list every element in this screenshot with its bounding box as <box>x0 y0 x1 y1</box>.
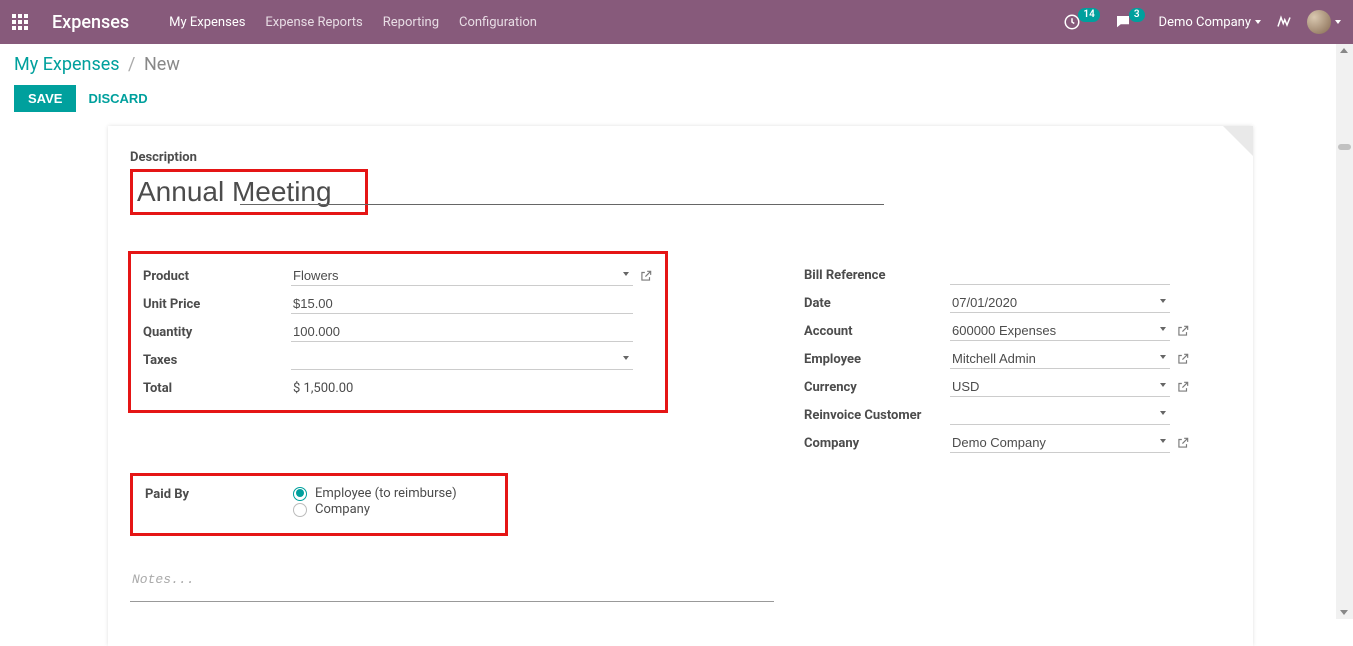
unit-price-label: Unit Price <box>143 297 291 312</box>
save-button[interactable]: SAVE <box>14 85 76 112</box>
nav-item-my-expenses[interactable]: My Expenses <box>169 15 245 30</box>
messages-badge: 3 <box>1129 8 1145 22</box>
nav-item-expense-reports[interactable]: Expense Reports <box>265 15 362 30</box>
description-underline <box>240 204 884 205</box>
nav-item-reporting[interactable]: Reporting <box>383 15 439 30</box>
quantity-input[interactable] <box>291 322 633 342</box>
nav-item-configuration[interactable]: Configuration <box>459 15 537 30</box>
corner-fold-icon <box>1223 126 1253 156</box>
messages-button[interactable]: 3 <box>1114 13 1145 31</box>
caret-down-icon <box>1255 20 1261 24</box>
scrollbar-thumb[interactable] <box>1338 144 1351 150</box>
paid-by-employee-label[interactable]: Employee (to reimburse) <box>315 486 457 501</box>
company-label: Company <box>804 436 950 451</box>
currency-label: Currency <box>804 380 950 395</box>
account-label: Account <box>804 324 950 339</box>
date-input[interactable] <box>950 293 1170 313</box>
reinvoice-customer-input[interactable] <box>950 405 1170 425</box>
currency-external-link[interactable] <box>1176 380 1190 394</box>
company-external-link[interactable] <box>1176 436 1190 450</box>
company-selector[interactable]: Demo Company <box>1159 15 1261 30</box>
employee-label: Employee <box>804 352 950 367</box>
description-label: Description <box>130 150 1190 165</box>
apps-icon[interactable] <box>12 14 32 30</box>
control-bar: My Expenses / New SAVE DISCARD <box>0 44 1353 118</box>
paid-by-highlight-box: Paid By Employee (to reimburse) Company <box>130 473 508 536</box>
vertical-scrollbar[interactable] <box>1336 44 1353 619</box>
paid-by-company-label[interactable]: Company <box>315 502 370 517</box>
top-navbar: Expenses My Expenses Expense Reports Rep… <box>0 0 1353 44</box>
bill-reference-input[interactable] <box>950 265 1170 285</box>
unit-price-input[interactable] <box>291 294 633 314</box>
taxes-label: Taxes <box>143 353 291 368</box>
employee-external-link[interactable] <box>1176 352 1190 366</box>
breadcrumb: My Expenses / New <box>14 54 1339 75</box>
product-label: Product <box>143 269 291 284</box>
reinvoice-customer-label: Reinvoice Customer <box>804 408 950 423</box>
scroll-down-icon <box>1340 610 1348 615</box>
breadcrumb-root[interactable]: My Expenses <box>14 54 120 75</box>
description-highlight-box <box>130 169 368 215</box>
notes-input[interactable] <box>130 568 774 602</box>
paid-by-company-radio[interactable] <box>293 503 307 517</box>
company-input[interactable] <box>950 433 1170 453</box>
total-label: Total <box>143 381 291 396</box>
avatar <box>1307 10 1331 34</box>
app-brand: Expenses <box>52 12 129 33</box>
company-name: Demo Company <box>1159 15 1251 30</box>
account-external-link[interactable] <box>1176 324 1190 338</box>
user-menu[interactable] <box>1307 10 1341 34</box>
date-label: Date <box>804 296 950 311</box>
debug-icon[interactable] <box>1275 13 1293 31</box>
taxes-input[interactable] <box>291 350 633 370</box>
product-fields-highlight-box: Product Unit Price <box>128 251 668 413</box>
bill-reference-label: Bill Reference <box>804 268 950 283</box>
description-input[interactable] <box>133 172 365 212</box>
activities-badge: 14 <box>1078 8 1099 22</box>
total-value: $ 1,500.00 <box>291 379 355 398</box>
quantity-label: Quantity <box>143 325 291 340</box>
scroll-up-icon <box>1340 48 1348 53</box>
account-input[interactable] <box>950 321 1170 341</box>
caret-down-icon <box>1335 20 1341 24</box>
paid-by-employee-radio[interactable] <box>293 487 307 501</box>
breadcrumb-sep: / <box>128 54 135 75</box>
employee-input[interactable] <box>950 349 1170 369</box>
paid-by-label: Paid By <box>145 486 293 502</box>
breadcrumb-current: New <box>144 54 180 75</box>
product-input[interactable] <box>291 266 633 286</box>
activities-button[interactable]: 14 <box>1063 13 1099 31</box>
currency-input[interactable] <box>950 377 1170 397</box>
form-sheet: Description Product <box>108 126 1253 646</box>
nav-menu: My Expenses Expense Reports Reporting Co… <box>169 15 537 30</box>
discard-button[interactable]: DISCARD <box>88 91 147 106</box>
product-external-link[interactable] <box>639 269 653 283</box>
